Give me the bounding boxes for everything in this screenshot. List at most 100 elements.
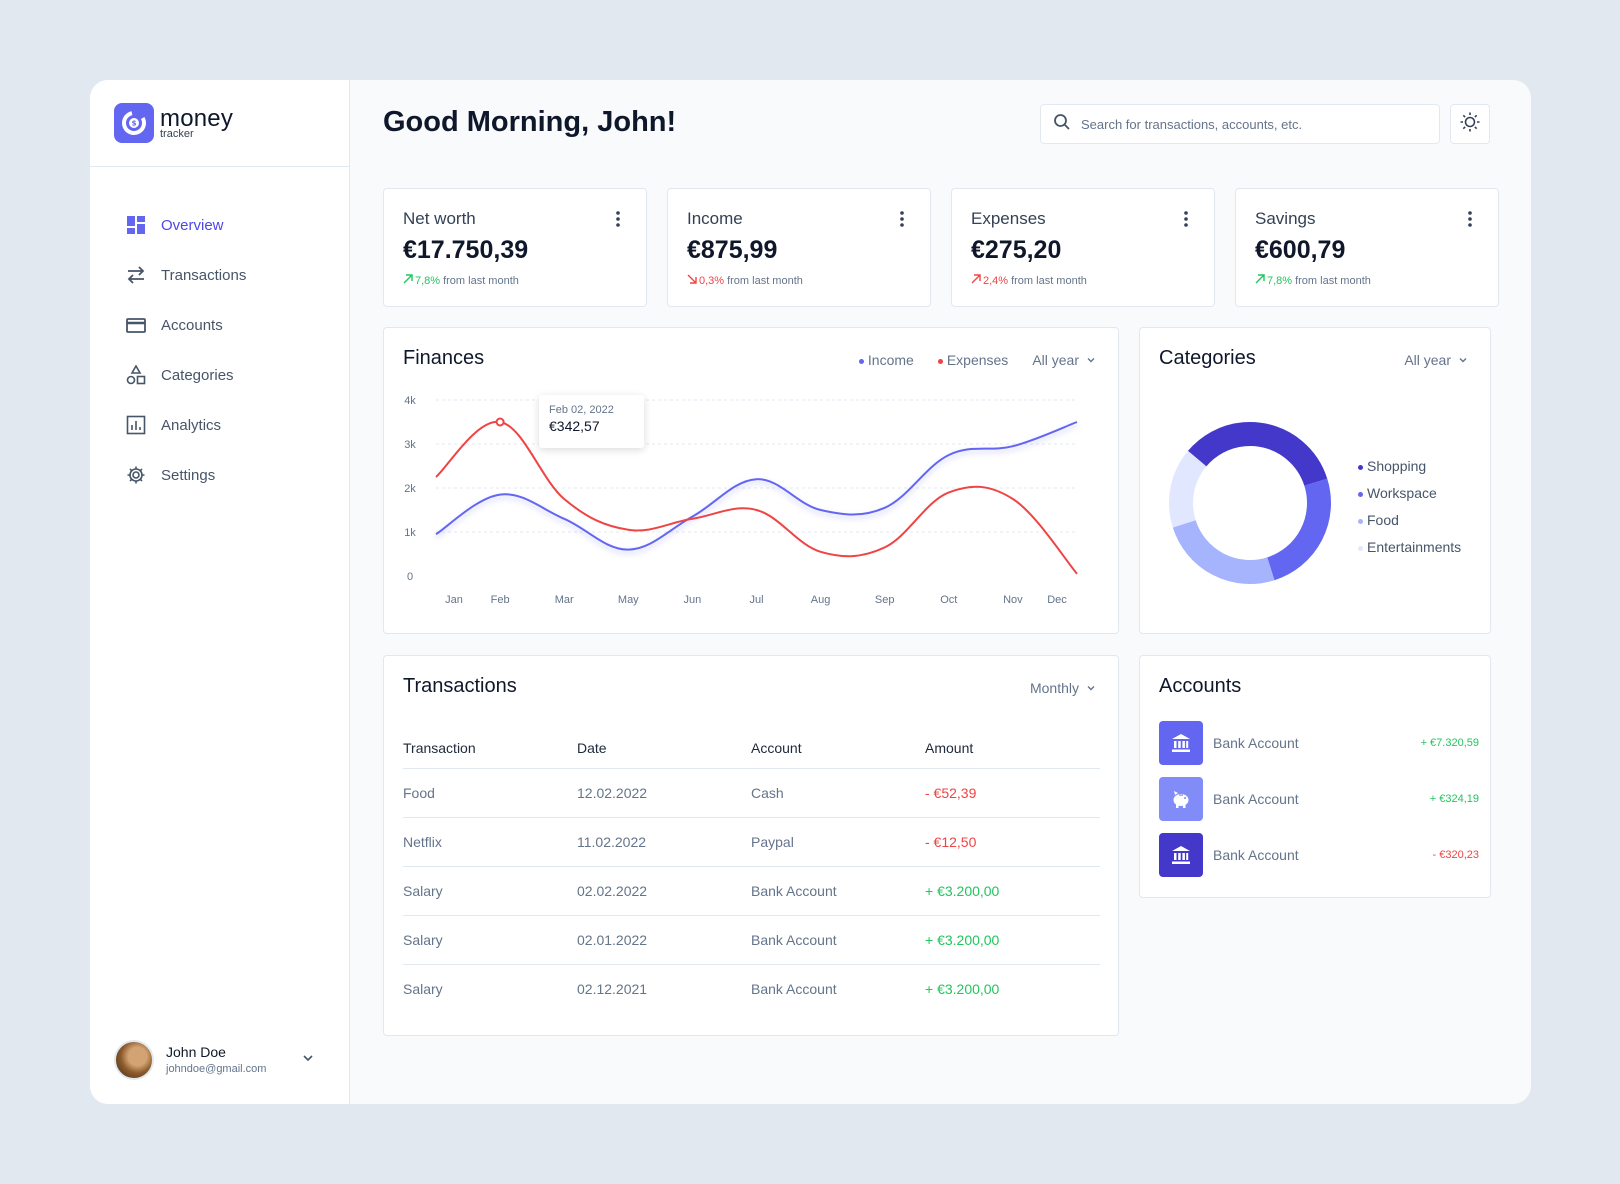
avatar [114,1040,154,1080]
series-line-income [435,421,1078,551]
sidebar-item-label: Analytics [161,416,222,434]
cell-account: Cash [751,768,925,818]
finances-card: Finances Income Expenses All year 4k 3k 2k… [383,327,1119,634]
cell-transaction: Salary [403,866,577,916]
x-tick-label: Jun [684,594,702,606]
sidebar-item-transactions[interactable]: Transactions [90,250,349,300]
cell-date: 02.12.2021 [577,980,648,997]
sidebar-item-accounts[interactable]: Accounts [90,300,349,350]
legend-label: Workspace [1367,485,1437,501]
account-name: Bank Account [1213,791,1299,807]
theme-toggle-button[interactable] [1450,104,1490,144]
y-tick-label: 0 [407,571,413,583]
shapes-icon [125,364,147,386]
more-options-icon[interactable] [1468,211,1472,232]
legend-label: Shopping [1367,458,1427,474]
y-tick-label: 1k [404,527,416,539]
account-item[interactable]: Bank Account - €320,23 [1159,833,1479,877]
y-tick-label: 4k [404,395,416,407]
legend-item-shopping: Shopping [1358,453,1461,480]
stat-change: 7,8% from last month [1255,274,1479,287]
table-header-row: Transaction Date Account Amount [403,728,1100,769]
stat-label: Savings [1255,209,1316,228]
logo[interactable]: $ money tracker [90,80,349,167]
trend-up-icon [1255,274,1265,287]
stat-label: Expenses [971,209,1046,228]
stat-value: €600,79 [1255,236,1346,264]
main-content: Good Morning, John! Net worth €17.750,39… [350,80,1531,1104]
column-header[interactable]: Date [577,728,751,769]
stat-value: €875,99 [687,236,778,264]
cell-date: 12.02.2022 [577,768,751,818]
accounts-card: Accounts Bank Account + €7.320,59 Bank A… [1139,655,1491,898]
piggy-bank-icon [1159,777,1203,821]
cell-amount: + €3.200,00 [925,980,1000,997]
legend-item-food: Food [1358,507,1461,534]
sidebar-item-analytics[interactable]: Analytics [90,400,349,450]
tooltip-value: €342,57 [549,418,600,434]
sidebar-item-categories[interactable]: Categories [90,350,349,400]
dashboard-icon [125,214,147,236]
x-tick-label: Feb [491,594,510,606]
account-amount: + €7.320,59 [1420,737,1479,749]
user-menu[interactable]: John Doe johndoe@gmail.com [114,1040,314,1080]
legend-dot [1358,464,1363,470]
account-item[interactable]: Bank Account + €7.320,59 [1159,721,1479,765]
x-tick-label: Dec [1047,594,1067,606]
more-options-icon[interactable] [900,211,904,232]
column-header[interactable]: Account [751,728,925,769]
table-row[interactable]: Salary 02.02.2022 Bank Account + €3.200,… [403,866,1100,916]
more-options-icon[interactable] [1184,211,1188,232]
legend-item-entertainments: Entertainments [1358,534,1461,561]
stat-change-suffix: from last month [443,274,519,287]
categories-period-dropdown[interactable]: All year [1404,352,1468,368]
table-row[interactable]: Food 12.02.2022 Cash - €52,39 [403,768,1100,818]
page-title: Good Morning, John! [383,106,677,138]
stat-change-suffix: from last month [1295,274,1371,287]
cell-amount: + €3.200,00 [925,866,1100,916]
transactions-table: Transaction Date Account Amount Food 12.… [403,728,1100,1013]
search-bar[interactable] [1040,104,1440,144]
trend-up-icon [403,274,413,287]
cell-transaction: Netflix [403,817,577,867]
cell-account: Paypal [751,817,925,867]
column-header[interactable]: Amount [925,728,1100,769]
x-tick-label: Sep [875,594,895,606]
stat-change-pct: 7,8% [1267,274,1293,287]
account-amount: + €324,19 [1429,793,1479,805]
transactions-period-dropdown[interactable]: Monthly [1030,680,1096,696]
chevron-down-icon [1086,680,1096,696]
y-tick-label: 2k [404,483,416,495]
table-row[interactable]: Netflix 11.02.2022 Paypal - €12,50 [403,817,1100,867]
x-tick-label: May [618,594,639,606]
column-header[interactable]: Transaction [403,728,577,769]
cell-date: 02.02.2022 [577,866,751,916]
sidebar-item-label: Overview [161,216,224,234]
trend-down-icon [687,274,697,287]
table-row[interactable]: Salary 02.01.2022 Bank Account + €3.200,… [403,915,1100,965]
stat-value: €17.750,39 [403,236,529,264]
bar-chart-icon [125,414,147,436]
sidebar-item-settings[interactable]: Settings [90,450,349,500]
more-options-icon[interactable] [616,211,620,232]
legend-label: Food [1367,512,1399,528]
x-tick-label: Mar [555,594,574,606]
tooltip-date: Feb 02, 2022 [549,404,614,416]
stat-label: Net worth [403,209,476,228]
sidebar-item-label: Categories [161,366,234,384]
highlight-point[interactable] [495,417,505,427]
account-amount: - €320,23 [1432,849,1479,861]
chevron-down-icon[interactable] [302,1051,314,1069]
sidebar-item-overview[interactable]: Overview [90,200,349,250]
transactions-card: Transactions Monthly Transaction Date Ac… [383,655,1119,1036]
categories-legend: Shopping Workspace Food Entertainments [1358,453,1461,561]
sidebar-item-label: Settings [161,466,216,484]
account-item[interactable]: Bank Account + €324,19 [1159,777,1479,821]
legend-label: Entertainments [1367,539,1462,555]
table-row[interactable]: Salary 02.12.2021 Bank Account + €3.200,… [403,964,1100,1013]
x-tick-label: Aug [811,594,831,606]
chevron-down-icon [1458,352,1468,368]
cell-date: 02.01.2022 [577,915,751,965]
cell-amount: + €3.200,00 [925,915,1100,965]
search-input[interactable] [1081,116,1421,132]
